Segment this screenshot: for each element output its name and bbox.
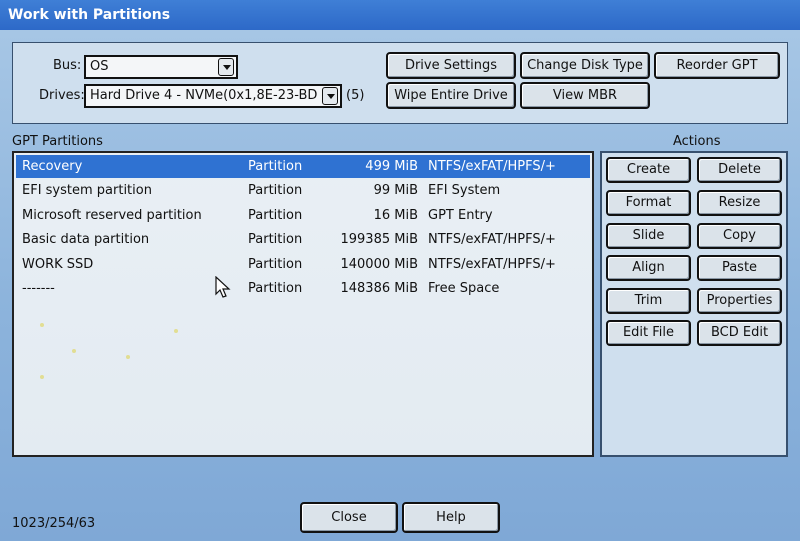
partition-name: ------- <box>22 281 55 296</box>
disk-geometry: 1023/254/63 <box>12 516 96 531</box>
bcd-edit-button[interactable]: BCD Edit <box>697 320 782 346</box>
screen-speck <box>126 355 130 359</box>
reorder-gpt-button[interactable]: Reorder GPT <box>654 52 780 79</box>
edit-file-button[interactable]: Edit File <box>606 320 691 346</box>
partition-type: Partition <box>248 208 303 223</box>
screen-speck <box>40 375 44 379</box>
partition-name: EFI system partition <box>22 183 152 198</box>
partition-filesystem: NTFS/exFAT/HPFS/+ <box>428 159 556 174</box>
screen-speck <box>72 349 76 353</box>
change-disk-type-button[interactable]: Change Disk Type <box>520 52 650 79</box>
create-button[interactable]: Create <box>606 157 691 183</box>
partition-type: Partition <box>248 183 303 198</box>
partition-filesystem: NTFS/exFAT/HPFS/+ <box>428 232 556 247</box>
partition-name: Basic data partition <box>22 232 150 247</box>
wipe-entire-drive-button[interactable]: Wipe Entire Drive <box>386 82 516 109</box>
partition-size: 16 MiB <box>373 208 418 223</box>
window-title: Work with Partitions <box>0 0 800 30</box>
partition-row[interactable]: ------- Partition 148386 MiB Free Space <box>16 277 590 300</box>
partition-filesystem: GPT Entry <box>428 208 493 223</box>
partition-row[interactable]: Basic data partition Partition 199385 Mi… <box>16 228 590 251</box>
close-button[interactable]: Close <box>300 502 398 533</box>
format-button[interactable]: Format <box>606 190 691 216</box>
partition-row[interactable]: Microsoft reserved partition Partition 1… <box>16 204 590 227</box>
view-mbr-button[interactable]: View MBR <box>520 82 650 109</box>
actions-header: Actions <box>673 134 721 149</box>
bus-value: OS <box>90 59 109 74</box>
partition-row[interactable]: EFI system partition Partition 99 MiB EF… <box>16 179 590 202</box>
screen-speck <box>40 323 44 327</box>
partition-filesystem: Free Space <box>428 281 500 296</box>
partition-size: 199385 MiB <box>340 232 418 247</box>
partition-filesystem: NTFS/exFAT/HPFS/+ <box>428 257 556 272</box>
partition-name: Recovery <box>22 159 83 174</box>
partitions-header: GPT Partitions <box>12 134 103 149</box>
bus-select[interactable]: OS <box>84 55 238 79</box>
delete-button[interactable]: Delete <box>697 157 782 183</box>
partition-row[interactable]: WORK SSD Partition 140000 MiB NTFS/exFAT… <box>16 253 590 276</box>
partition-type: Partition <box>248 232 303 247</box>
partition-row[interactable]: Recovery Partition 499 MiB NTFS/exFAT/HP… <box>16 155 590 178</box>
partition-size: 499 MiB <box>365 159 418 174</box>
partition-type: Partition <box>248 159 303 174</box>
partition-size: 99 MiB <box>373 183 418 198</box>
partition-size: 140000 MiB <box>340 257 418 272</box>
drives-value: Hard Drive 4 - NVMe(0x1,8E-23-BD <box>90 88 318 103</box>
chevron-down-icon[interactable] <box>322 87 338 105</box>
drives-label: Drives: <box>39 88 85 103</box>
partition-type: Partition <box>248 257 303 272</box>
partition-type: Partition <box>248 281 303 296</box>
resize-button[interactable]: Resize <box>697 190 782 216</box>
bus-label: Bus: <box>53 58 82 73</box>
partition-list[interactable]: Recovery Partition 499 MiB NTFS/exFAT/HP… <box>12 151 594 457</box>
drive-count: (5) <box>346 88 365 103</box>
properties-button[interactable]: Properties <box>697 288 782 314</box>
drives-select[interactable]: Hard Drive 4 - NVMe(0x1,8E-23-BD <box>84 84 342 108</box>
trim-button[interactable]: Trim <box>606 288 691 314</box>
partition-name: WORK SSD <box>22 257 94 272</box>
partition-size: 148386 MiB <box>340 281 418 296</box>
partition-name: Microsoft reserved partition <box>22 208 202 223</box>
drive-settings-button[interactable]: Drive Settings <box>386 52 516 79</box>
paste-button[interactable]: Paste <box>697 255 782 281</box>
screen-speck <box>174 329 178 333</box>
mouse-pointer-icon <box>215 276 231 298</box>
help-button[interactable]: Help <box>402 502 500 533</box>
chevron-down-icon[interactable] <box>218 58 234 76</box>
partition-filesystem: EFI System <box>428 183 501 198</box>
slide-button[interactable]: Slide <box>606 223 691 249</box>
copy-button[interactable]: Copy <box>697 223 782 249</box>
align-button[interactable]: Align <box>606 255 691 281</box>
